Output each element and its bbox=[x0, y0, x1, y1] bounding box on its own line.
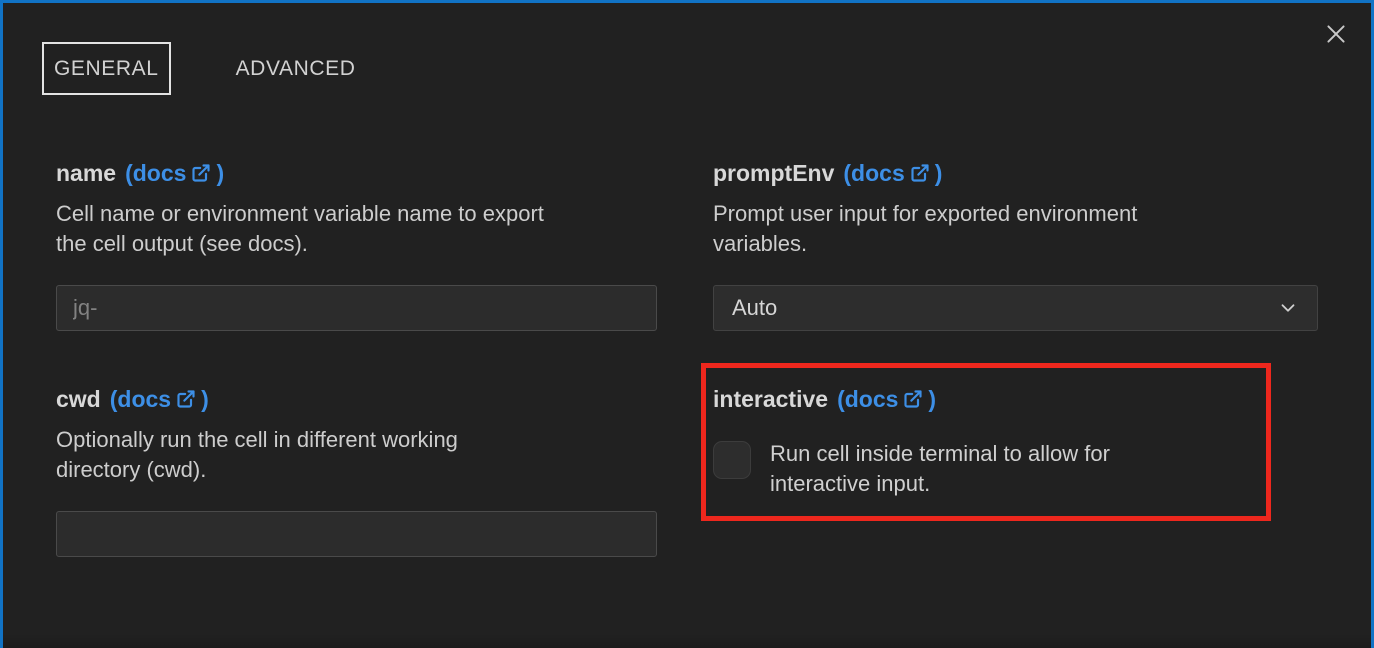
external-link-icon bbox=[191, 163, 211, 183]
interactive-label: interactive (docs ) bbox=[713, 385, 1318, 413]
promptenv-select[interactable]: Auto bbox=[713, 285, 1318, 331]
promptenv-label-text: promptEnv bbox=[713, 159, 834, 187]
name-docs-link[interactable]: (docs ) bbox=[125, 159, 224, 187]
name-input[interactable] bbox=[56, 285, 657, 331]
field-name: name (docs ) Cell name or environment va… bbox=[56, 159, 657, 331]
tab-advanced-label: ADVANCED bbox=[236, 57, 356, 81]
close-icon bbox=[1323, 21, 1349, 47]
tab-bar: GENERAL ADVANCED bbox=[42, 42, 1318, 95]
interactive-checkbox-row: Run cell inside terminal to allow for in… bbox=[713, 441, 1318, 499]
chevron-down-icon bbox=[1277, 297, 1299, 319]
promptenv-label: promptEnv (docs ) bbox=[713, 159, 1318, 187]
interactive-checkbox[interactable] bbox=[713, 441, 751, 479]
field-promptenv: promptEnv (docs ) Prompt user input for … bbox=[713, 159, 1318, 331]
tab-general[interactable]: GENERAL bbox=[42, 42, 171, 95]
interactive-docs-link[interactable]: (docs ) bbox=[837, 385, 936, 413]
field-interactive: interactive (docs ) Run cel bbox=[713, 385, 1318, 557]
external-link-icon bbox=[176, 389, 196, 409]
field-cwd: cwd (docs ) Optionally run the cell in d… bbox=[56, 385, 657, 557]
fields-grid: name (docs ) Cell name or environment va… bbox=[56, 159, 1318, 557]
promptenv-docs-link[interactable]: (docs ) bbox=[843, 159, 942, 187]
promptenv-description: Prompt user input for exported environme… bbox=[713, 199, 1318, 259]
name-description: Cell name or environment variable name t… bbox=[56, 199, 657, 259]
external-link-icon bbox=[903, 389, 923, 409]
cwd-label: cwd (docs ) bbox=[56, 385, 657, 413]
close-button[interactable] bbox=[1321, 19, 1351, 49]
tab-general-label: GENERAL bbox=[54, 57, 159, 81]
cell-config-dialog: GENERAL ADVANCED name (docs bbox=[0, 0, 1374, 648]
external-link-icon bbox=[910, 163, 930, 183]
name-label: name (docs ) bbox=[56, 159, 657, 187]
cwd-input[interactable] bbox=[56, 511, 657, 557]
cwd-description: Optionally run the cell in different wor… bbox=[56, 425, 657, 485]
interactive-checkbox-label[interactable]: Run cell inside terminal to allow for in… bbox=[770, 439, 1110, 499]
interactive-label-text: interactive bbox=[713, 385, 828, 413]
promptenv-selected-value: Auto bbox=[732, 295, 777, 321]
tab-advanced[interactable]: ADVANCED bbox=[236, 42, 356, 95]
cwd-docs-link[interactable]: (docs ) bbox=[110, 385, 209, 413]
name-label-text: name bbox=[56, 159, 116, 187]
cwd-label-text: cwd bbox=[56, 385, 101, 413]
